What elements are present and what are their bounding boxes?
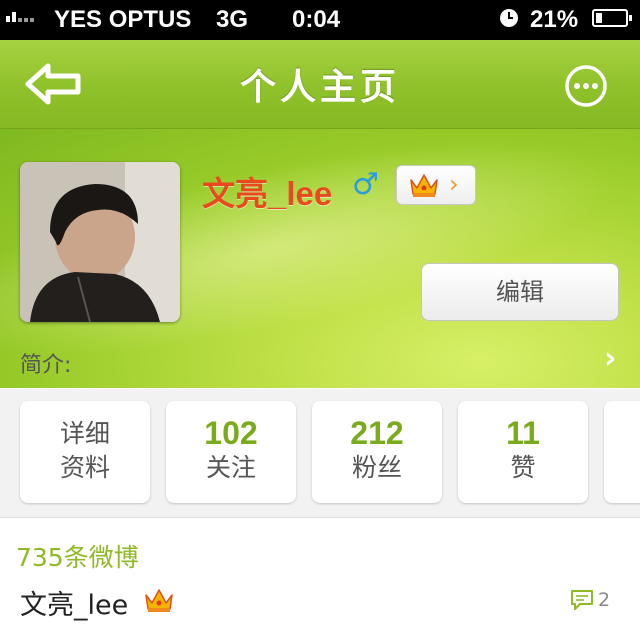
carrier-name: YES OPTUS <box>54 6 192 33</box>
intro-label: 简介: <box>20 353 72 378</box>
avatar-image <box>20 162 180 322</box>
crown-icon <box>410 174 438 197</box>
crown-icon <box>145 589 173 612</box>
followers-label: 粉丝 <box>351 453 402 482</box>
vip-badge-button[interactable]: › <box>396 165 476 205</box>
detail-info-card[interactable]: 详细 资料 <box>20 401 150 503</box>
signal-strength-icon <box>6 12 34 22</box>
username: 文亮_lee <box>202 175 333 212</box>
profile-header: 文亮_lee ♂ › 编辑 简介: › <box>0 129 640 388</box>
detail-label-line2: 资料 <box>59 453 110 482</box>
alarm-clock-icon <box>500 9 518 27</box>
likes-label: 赞 <box>510 453 536 482</box>
battery-percent: 21% <box>530 6 579 33</box>
following-card[interactable]: 102 关注 <box>166 401 296 503</box>
network-type: 3G <box>216 6 249 33</box>
status-time: 0:04 <box>292 6 341 33</box>
post-author-name[interactable]: 文亮_lee <box>20 583 128 622</box>
more-stats-card[interactable] <box>604 401 640 503</box>
status-bar: YES OPTUS 3G 0:04 21% <box>0 0 640 40</box>
page-title: 个人主页 <box>239 67 400 108</box>
battery-icon <box>592 9 632 27</box>
detail-label-line1: 详细 <box>59 419 110 448</box>
stats-row: 详细 资料 102 关注 212 粉丝 11 赞 <box>0 389 640 518</box>
edit-profile-button[interactable]: 编辑 <box>421 263 619 321</box>
nav-bar: 个人主页 <box>0 40 640 129</box>
intro-chevron-right-icon[interactable]: › <box>604 341 616 376</box>
more-icon[interactable] <box>564 64 608 108</box>
comment-button[interactable]: 2 <box>570 589 610 611</box>
comment-icon <box>571 590 593 610</box>
avatar[interactable] <box>20 162 180 322</box>
followers-card[interactable]: 212 粉丝 <box>312 401 442 503</box>
weibo-count[interactable]: 735条微博 <box>16 538 139 574</box>
likes-count: 11 <box>506 415 540 451</box>
followers-count: 212 <box>350 415 404 451</box>
likes-card[interactable]: 11 赞 <box>458 401 588 503</box>
chevron-right-icon: › <box>449 170 459 198</box>
following-count: 102 <box>204 415 258 451</box>
male-gender-icon: ♂ <box>352 167 379 202</box>
following-label: 关注 <box>205 453 256 482</box>
comment-count: 2 <box>598 589 611 611</box>
